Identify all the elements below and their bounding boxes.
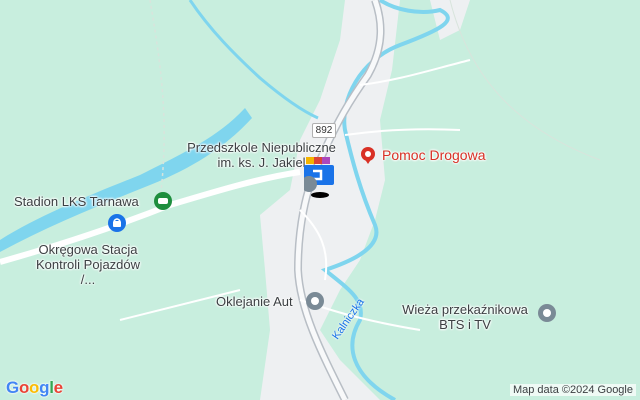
pin-red-icon[interactable] (360, 146, 376, 169)
google-logo: Google (6, 378, 63, 397)
place-label-stadion[interactable]: Stadion LKS Tarnawa (14, 194, 139, 209)
road-minor-7 (449, 0, 601, 161)
route-892-shield: 892 (312, 123, 336, 138)
settlement-area-2 (430, 0, 470, 40)
map-attribution[interactable]: Map data ©2024 Google (509, 384, 636, 396)
school-icon[interactable] (301, 157, 336, 204)
service-icon[interactable] (305, 291, 325, 316)
tower-icon[interactable] (537, 303, 557, 328)
map-canvas[interactable]: 892 Kalniczka Pomoc Drogowa Przedszkole … (0, 0, 640, 400)
place-label-oklejanie[interactable]: Oklejanie Aut (216, 294, 293, 309)
place-label-wieza[interactable]: Wieża przekaźnikowa BTS i TV (396, 302, 534, 332)
place-label-pomoc[interactable]: Pomoc Drogowa (382, 148, 486, 163)
stream-top (188, 0, 319, 120)
stadium-icon[interactable] (153, 191, 173, 216)
inspection-icon[interactable] (107, 213, 127, 238)
place-label-okregowa[interactable]: Okręgowa Stacja Kontroli Pojazdów /... (28, 242, 148, 287)
